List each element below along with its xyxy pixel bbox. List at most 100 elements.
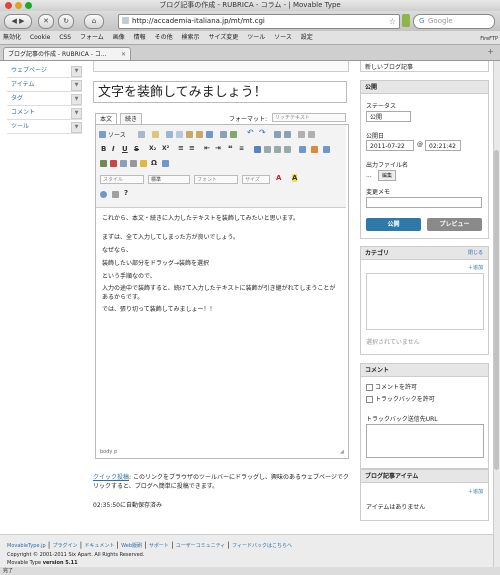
template-icon[interactable]: [152, 131, 159, 138]
toolbar-item-disable[interactable]: 無効化: [3, 34, 21, 41]
add-item-link[interactable]: ＋追加: [468, 488, 483, 495]
flash-icon[interactable]: [110, 160, 117, 167]
category-list[interactable]: [366, 273, 484, 330]
toolbar-item-css[interactable]: CSS: [59, 34, 71, 41]
flag-icon[interactable]: [311, 146, 318, 153]
nav-tags[interactable]: タグ ▼: [7, 92, 82, 106]
show-blocks-icon[interactable]: [112, 191, 119, 198]
preview-button[interactable]: プレビュー: [427, 218, 482, 231]
undo-icon[interactable]: ↶: [247, 128, 254, 137]
chevron-down-icon[interactable]: ▼: [71, 66, 82, 77]
fireftp-button[interactable]: FireFTP: [480, 36, 498, 42]
div-icon[interactable]: ≡: [239, 145, 244, 152]
indent-icon[interactable]: ⇥: [215, 144, 221, 152]
trackback-url-input[interactable]: [366, 424, 484, 458]
maximize-icon[interactable]: [100, 191, 107, 198]
size-select[interactable]: サイズ: [242, 175, 270, 184]
publish-date-input[interactable]: 2011-07-22: [366, 140, 414, 151]
unordered-list-icon[interactable]: ≡: [189, 144, 195, 152]
toolbar-item-outline[interactable]: 検索示: [182, 34, 200, 41]
toolbar-item-cookie[interactable]: Cookie: [30, 34, 50, 41]
scrollbar-thumb[interactable]: [494, 150, 499, 470]
nav-items[interactable]: アイテム ▼: [7, 78, 82, 92]
publish-button[interactable]: 公開: [366, 218, 421, 231]
ordered-list-icon[interactable]: ≡: [178, 144, 184, 152]
toolbar-item-misc[interactable]: その他: [155, 34, 173, 41]
close-category-link[interactable]: 閉じる: [468, 247, 483, 260]
add-category-link[interactable]: ＋追加: [468, 264, 483, 271]
replace-icon[interactable]: [284, 131, 291, 138]
footer-link[interactable]: サポート: [149, 543, 169, 549]
hr-icon[interactable]: [130, 160, 137, 167]
edit-filename-button[interactable]: 編集: [378, 170, 396, 181]
stop-icon[interactable]: ✕: [38, 14, 54, 29]
cut-icon[interactable]: [166, 131, 173, 138]
bookmark-star-icon[interactable]: ☆: [389, 15, 396, 28]
toolbar-item-resize[interactable]: サイズ変更: [208, 34, 238, 41]
spellcheck-icon[interactable]: [230, 131, 237, 138]
style-select[interactable]: スタイル: [100, 175, 144, 184]
toolbar-item-source[interactable]: ソース: [274, 34, 292, 41]
image-icon[interactable]: [100, 160, 107, 167]
footer-link[interactable]: ドキュメント: [84, 543, 114, 549]
anchor-icon[interactable]: [323, 146, 330, 153]
chevron-down-icon[interactable]: ▼: [71, 80, 82, 91]
reload-icon[interactable]: ↻: [58, 14, 74, 29]
footer-link[interactable]: プラグイン: [52, 543, 77, 549]
status-select[interactable]: 公開: [366, 111, 411, 122]
allow-comments-row[interactable]: コメントを許可: [366, 382, 417, 391]
resize-handle-icon[interactable]: ◢: [340, 449, 344, 455]
paste-text-icon[interactable]: [196, 131, 203, 138]
find-icon[interactable]: [274, 131, 281, 138]
minimize-window-button[interactable]: [15, 2, 22, 9]
strikethrough-icon[interactable]: S: [134, 145, 139, 153]
redo-icon[interactable]: ↷: [259, 128, 266, 137]
smiley-icon[interactable]: [140, 160, 147, 167]
toolbar-item-images[interactable]: 画像: [113, 34, 125, 41]
addon-icon[interactable]: [402, 14, 410, 27]
toolbar-item-info[interactable]: 情報: [134, 34, 146, 41]
new-document-icon[interactable]: [138, 131, 145, 138]
chevron-down-icon[interactable]: ▼: [71, 122, 82, 133]
allow-comments-checkbox[interactable]: [366, 384, 373, 391]
special-char-icon[interactable]: Ω: [151, 159, 157, 167]
remove-format-icon[interactable]: [308, 131, 315, 138]
select-all-icon[interactable]: [298, 131, 305, 138]
help-icon[interactable]: ?: [124, 189, 128, 197]
format-block-select[interactable]: 標準: [148, 175, 190, 184]
link-icon[interactable]: [162, 160, 169, 167]
new-tab-button[interactable]: +: [487, 47, 494, 56]
bold-icon[interactable]: B: [101, 145, 106, 153]
nav-comments[interactable]: コメント ▼: [7, 106, 82, 120]
text-color-icon[interactable]: A: [276, 174, 281, 182]
footer-link[interactable]: Web版刷: [121, 543, 142, 549]
home-icon[interactable]: ⌂: [84, 14, 104, 29]
toolbar-item-settings[interactable]: 設定: [301, 34, 313, 41]
tab-close-icon[interactable]: ✕: [121, 48, 126, 61]
font-select[interactable]: フォント: [194, 175, 238, 184]
quickpost-link[interactable]: クイック投稿: [93, 474, 129, 481]
align-justify-icon[interactable]: [284, 146, 291, 153]
allow-trackbacks-row[interactable]: トラックバックを許可: [366, 394, 435, 403]
allow-trackbacks-checkbox[interactable]: [366, 396, 373, 403]
toolbar-item-tools[interactable]: ツール: [247, 34, 265, 41]
align-right-icon[interactable]: [274, 146, 281, 153]
chevron-down-icon[interactable]: ▼: [71, 94, 82, 105]
align-left-icon[interactable]: [254, 146, 261, 153]
toolbar-item-forms[interactable]: フォーム: [80, 34, 104, 41]
url-bar[interactable]: http://accademia-italiana.jp/mt/mt.cgi ☆: [118, 14, 400, 29]
paste-word-icon[interactable]: [206, 131, 213, 138]
blockquote-icon[interactable]: ❝: [228, 144, 233, 153]
footer-link[interactable]: MovableType.jp: [7, 543, 46, 549]
publish-time-input[interactable]: 02:21:42: [425, 140, 461, 151]
tab-active[interactable]: ブログ記事の作成 - RUBRICA - コ... ✕: [3, 47, 131, 60]
bidi-icon[interactable]: [299, 146, 306, 153]
paste-icon[interactable]: [186, 131, 193, 138]
bg-color-icon[interactable]: A: [292, 174, 298, 182]
entry-title-input[interactable]: 文字を装飾してみましょう！: [93, 81, 347, 103]
table-icon[interactable]: [120, 160, 127, 167]
zoom-window-button[interactable]: [25, 2, 32, 9]
superscript-icon[interactable]: X²: [162, 145, 169, 152]
close-window-button[interactable]: [5, 2, 12, 9]
format-select[interactable]: リッチテキスト: [272, 113, 346, 122]
